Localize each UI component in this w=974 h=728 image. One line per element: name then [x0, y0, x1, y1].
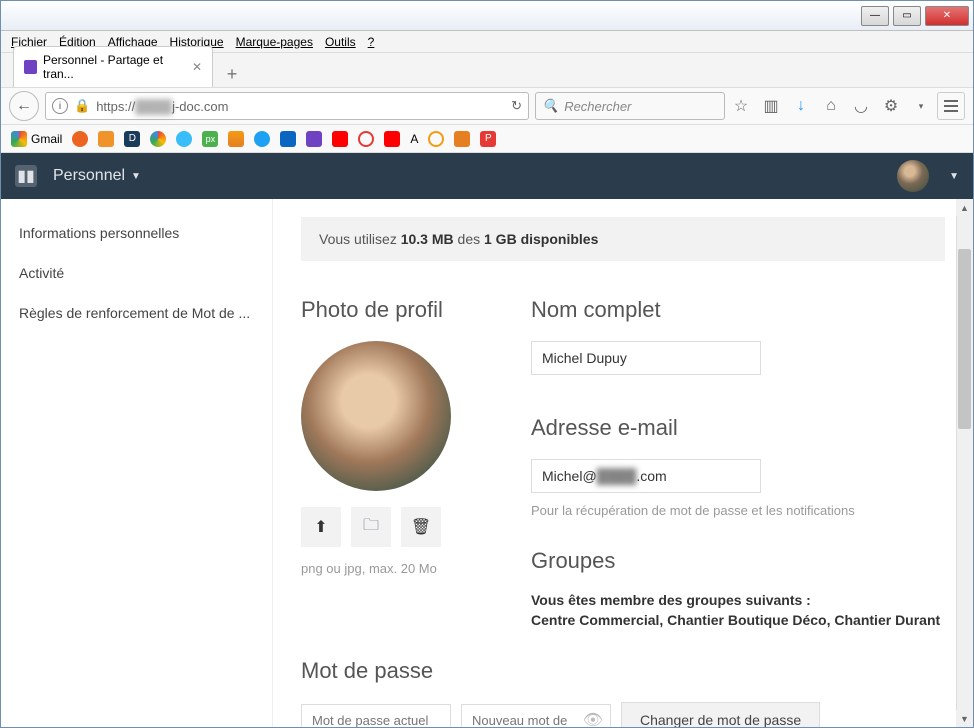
bookmark-analytics[interactable] — [228, 131, 244, 147]
groups-membership-list: Centre Commercial, Chantier Boutique Déc… — [531, 612, 945, 628]
email-heading: Adresse e-mail — [531, 415, 945, 441]
bookmark-youtube[interactable] — [332, 131, 348, 147]
extension-icon[interactable]: ⚙ — [881, 96, 901, 116]
app-section-dropdown[interactable]: Personnel ▼ — [53, 167, 141, 185]
bookmark-toolbar: Gmail D px A P — [1, 125, 973, 153]
app-header: ▮▮ Personnel ▼ ▼ — [1, 153, 973, 199]
browser-tab[interactable]: Personnel - Partage et tran... ✕ — [13, 46, 213, 87]
menu-bookmarks[interactable]: Marque-pages — [230, 33, 319, 51]
library-icon[interactable]: ▥ — [761, 96, 781, 116]
chevron-down-icon: ▼ — [131, 171, 141, 182]
app-section-label: Personnel — [53, 167, 125, 185]
back-button[interactable]: ← — [9, 91, 39, 121]
scroll-up-icon[interactable]: ▲ — [956, 199, 973, 216]
bookmark-pixabay[interactable]: px — [202, 131, 218, 147]
search-placeholder: Rechercher — [564, 99, 631, 114]
window-titlebar: — ▭ ✕ — [1, 1, 973, 31]
google-icon — [11, 131, 27, 147]
storage-usage: Vous utilisez 10.3 MB des 1 GB disponibl… — [301, 217, 945, 261]
tab-title: Personnel - Partage et tran... — [43, 53, 186, 81]
email-hint: Pour la récupération de mot de passe et … — [531, 503, 945, 518]
full-name-heading: Nom complet — [531, 297, 945, 323]
bookmark-icon-6[interactable] — [454, 131, 470, 147]
photo-hint: png ou jpg, max. 20 Mo — [301, 561, 481, 576]
tab-strip: Personnel - Partage et tran... ✕ + — [1, 53, 973, 87]
site-info-icon[interactable]: i — [52, 98, 68, 114]
browser-navbar: ← i 🔒 https://████j-doc.com ↻ 🔍 Recherch… — [1, 87, 973, 125]
bookmark-icon-4[interactable] — [358, 131, 374, 147]
bookmark-a[interactable]: A — [410, 132, 418, 146]
minimize-button[interactable]: — — [861, 6, 889, 26]
bookmark-icon-5[interactable] — [428, 131, 444, 147]
full-name-input[interactable] — [531, 341, 761, 375]
folder-icon: 🗀 — [363, 514, 379, 541]
groups-membership-intro: Vous êtes membre des groupes suivants : — [531, 592, 945, 608]
profile-avatar — [301, 341, 451, 491]
lock-icon: 🔒 — [74, 98, 90, 114]
main-panel: Vous utilisez 10.3 MB des 1 GB disponibl… — [273, 199, 973, 727]
url-bar[interactable]: i 🔒 https://████j-doc.com ↻ — [45, 92, 529, 120]
scroll-thumb[interactable] — [958, 249, 971, 429]
bookmark-youtube2[interactable] — [384, 131, 400, 147]
hamburger-menu-button[interactable] — [937, 92, 965, 120]
password-heading: Mot de passe — [301, 658, 945, 684]
profile-photo-heading: Photo de profil — [301, 297, 481, 323]
groups-heading: Groupes — [531, 548, 945, 574]
sidebar-item-personal-info[interactable]: Informations personnelles — [1, 213, 272, 253]
choose-photo-button[interactable]: 🗀 — [351, 507, 391, 547]
sidebar-item-activity[interactable]: Activité — [1, 253, 272, 293]
eye-icon[interactable]: 👁 — [583, 710, 603, 727]
bookmark-p[interactable]: P — [480, 131, 496, 147]
new-tab-button[interactable]: + — [219, 61, 245, 87]
upload-photo-button[interactable]: ⬆ — [301, 507, 341, 547]
bookmark-icon-1[interactable] — [72, 131, 88, 147]
reload-icon[interactable]: ↻ — [511, 98, 522, 114]
tab-close-icon[interactable]: ✕ — [192, 60, 202, 74]
bookmark-google[interactable] — [150, 131, 166, 147]
bookmark-icon-3[interactable] — [176, 131, 192, 147]
bookmark-linkedin[interactable] — [280, 131, 296, 147]
upload-icon: ⬆ — [314, 517, 327, 537]
close-window-button[interactable]: ✕ — [925, 6, 969, 26]
app-logo-icon[interactable]: ▮▮ — [15, 165, 37, 187]
settings-sidebar: Informations personnelles Activité Règle… — [1, 199, 273, 727]
tab-favicon — [24, 60, 37, 74]
bookmark-disqus[interactable]: D — [124, 131, 140, 147]
user-avatar-menu[interactable] — [897, 160, 929, 192]
bookmark-twitter[interactable] — [254, 131, 270, 147]
overflow-caret-icon[interactable]: ▾ — [911, 101, 931, 112]
downloads-icon[interactable]: ↓ — [791, 97, 811, 115]
sidebar-item-password-rules[interactable]: Règles de renforcement de Mot de ... — [1, 293, 272, 333]
change-password-button[interactable]: Changer de mot de passe — [621, 702, 820, 727]
bookmark-jdoc[interactable] — [306, 131, 322, 147]
bookmark-icon-2[interactable] — [98, 131, 114, 147]
menu-tools[interactable]: Outils — [319, 33, 362, 51]
pocket-icon[interactable]: ◡ — [851, 96, 871, 116]
menu-help[interactable]: ? — [362, 33, 381, 51]
url-text: https://████j-doc.com — [96, 99, 505, 114]
bookmark-star-icon[interactable]: ☆ — [731, 96, 751, 116]
scroll-down-icon[interactable]: ▼ — [956, 710, 973, 727]
content-area: Informations personnelles Activité Règle… — [1, 199, 973, 727]
delete-photo-button[interactable]: 🗑 — [401, 507, 441, 547]
search-bar[interactable]: 🔍 Rechercher — [535, 92, 725, 120]
trash-icon: 🗑 — [411, 517, 431, 537]
scrollbar[interactable]: ▲ ▼ — [956, 199, 973, 727]
email-input[interactable]: Michel@████.com — [531, 459, 761, 493]
bookmark-gmail[interactable]: Gmail — [11, 131, 62, 147]
search-icon: 🔍 — [542, 98, 558, 114]
chevron-down-icon[interactable]: ▼ — [949, 171, 959, 182]
home-icon[interactable]: ⌂ — [821, 97, 841, 115]
maximize-button[interactable]: ▭ — [893, 6, 921, 26]
current-password-input[interactable] — [301, 704, 451, 728]
